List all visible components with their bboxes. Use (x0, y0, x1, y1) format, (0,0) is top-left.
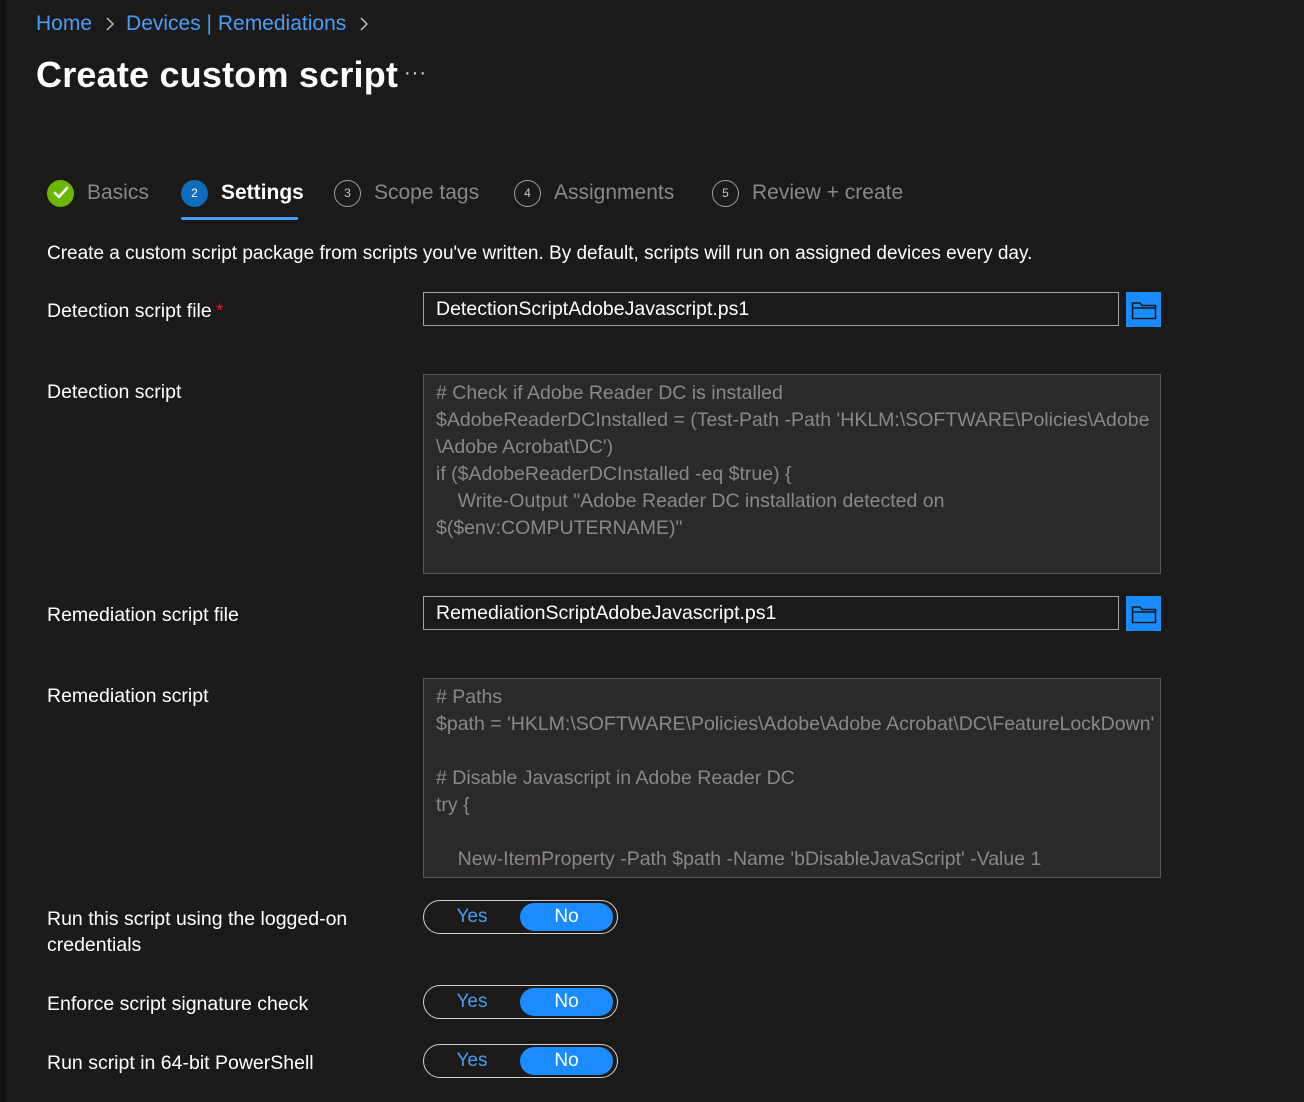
step-assignments[interactable]: 4 Assignments (514, 176, 674, 210)
remediation-script-label: Remediation script (47, 685, 209, 707)
step-settings[interactable]: 2 Settings (181, 176, 304, 210)
toggle-yes-option[interactable]: Yes (424, 903, 520, 931)
step-scope-tags[interactable]: 3 Scope tags (334, 176, 479, 210)
breadcrumb-remediations-link[interactable]: Devices | Remediations (126, 12, 346, 36)
script-line: $AdobeReaderDCInstalled = (Test-Path -Pa… (436, 409, 1150, 431)
step-number: 2 (181, 179, 208, 207)
script-line: if ($AdobeReaderDCInstalled -eq $true) { (436, 463, 792, 485)
checkmark-icon (47, 179, 74, 207)
toggle-yes-option[interactable]: Yes (424, 1047, 520, 1075)
script-line: Write-Output "Adobe Reader DC installati… (436, 490, 945, 512)
label-line: credentials (47, 934, 142, 956)
script-line: \Adobe Acrobat\DC') (436, 436, 614, 458)
script-line: try { (436, 794, 470, 816)
step-number: 4 (514, 179, 541, 207)
script-line (436, 738, 1148, 765)
toggle-no-option[interactable]: No (520, 903, 613, 931)
script-line: # Check if Adobe Reader DC is installed (436, 382, 783, 404)
step-basics[interactable]: Basics (47, 176, 149, 210)
run-64bit-toggle[interactable]: Yes No (423, 1044, 618, 1078)
required-marker: * (215, 300, 224, 322)
detection-script-textarea[interactable]: # Check if Adobe Reader DC is installed … (423, 374, 1161, 574)
script-line: $($env:COMPUTERNAME)" (436, 517, 683, 539)
signature-check-label: Enforce script signature check (47, 993, 309, 1015)
logged-on-credentials-label: Run this script using the logged-on cred… (47, 906, 347, 958)
script-line: New-ItemProperty -Path $path -Name 'bDis… (436, 848, 1042, 870)
active-step-indicator (181, 217, 298, 220)
detection-browse-button[interactable] (1126, 292, 1161, 327)
left-edge-strip (0, 0, 6, 1102)
script-line: # Paths (436, 686, 503, 708)
step-label: Scope tags (374, 181, 480, 204)
breadcrumb-home-link[interactable]: Home (36, 12, 92, 36)
more-options-button[interactable]: ··· (404, 62, 427, 85)
detection-script-label: Detection script (47, 381, 182, 403)
folder-icon (1131, 605, 1156, 623)
label-line: Run this script using the logged-on (47, 908, 348, 930)
toggle-no-option[interactable]: No (520, 988, 613, 1016)
chevron-right-icon (359, 16, 369, 32)
script-line (436, 819, 1148, 846)
page-title: Create custom script (36, 54, 399, 95)
run-64bit-label: Run script in 64-bit PowerShell (47, 1052, 314, 1074)
chevron-right-icon (105, 16, 115, 32)
step-label: Assignments (554, 181, 675, 204)
signature-check-toggle[interactable]: Yes No (423, 985, 618, 1019)
script-line: $path = 'HKLM:\SOFTWARE\Policies\Adobe\A… (436, 713, 1155, 735)
remediation-script-textarea[interactable]: # Paths $path = 'HKLM:\SOFTWARE\Policies… (423, 678, 1161, 878)
step-review-create[interactable]: 5 Review + create (712, 176, 903, 210)
step-label: Basics (87, 181, 149, 204)
remediation-file-label: Remediation script file (47, 604, 239, 626)
toggle-no-option[interactable]: No (520, 1047, 613, 1075)
detection-file-input[interactable]: DetectionScriptAdobeJavascript.ps1 (423, 292, 1119, 326)
toggle-yes-option[interactable]: Yes (424, 988, 520, 1016)
breadcrumb: Home Devices | Remediations (36, 12, 380, 36)
detection-file-label-text: Detection script file (47, 300, 212, 322)
detection-file-label: Detection script file * (47, 298, 223, 324)
intro-text: Create a custom script package from scri… (47, 243, 1033, 264)
step-number: 3 (334, 179, 361, 207)
remediation-file-input[interactable]: RemediationScriptAdobeJavascript.ps1 (423, 596, 1119, 630)
step-label: Settings (221, 181, 304, 204)
folder-icon (1131, 301, 1156, 319)
step-number: 5 (712, 179, 739, 207)
remediation-browse-button[interactable] (1126, 596, 1161, 631)
script-line: # Disable Javascript in Adobe Reader DC (436, 767, 795, 789)
step-label: Review + create (752, 181, 904, 204)
logged-on-credentials-toggle[interactable]: Yes No (423, 900, 618, 934)
